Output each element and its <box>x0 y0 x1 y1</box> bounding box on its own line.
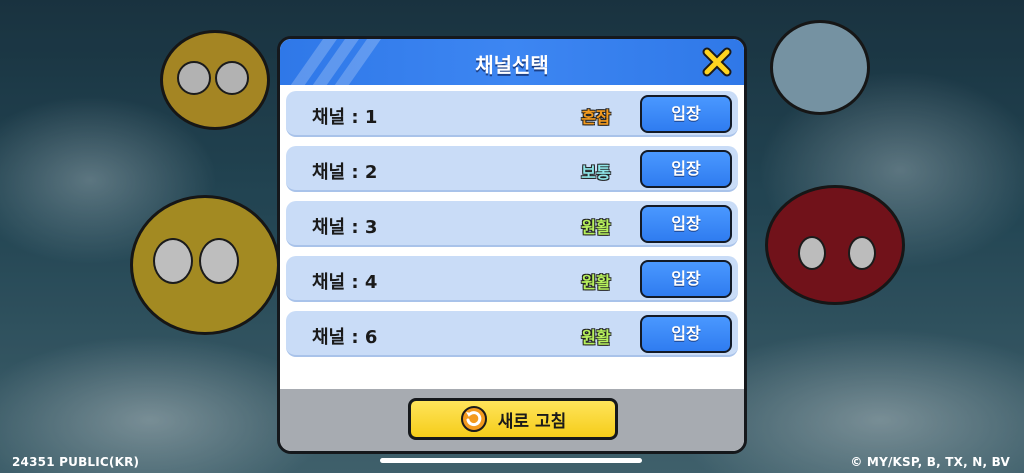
close-x-icon <box>702 47 732 77</box>
home-indicator[interactable] <box>380 458 642 463</box>
dialog-title: 채널선택 <box>475 53 549 77</box>
channel-status: 혼잡 <box>581 108 611 127</box>
refresh-button[interactable]: 새로 고침 <box>408 398 618 440</box>
channel-name: 채널 : 1 <box>312 107 378 128</box>
channel-row-6: 채널 : 6 원활 입장 <box>286 311 738 357</box>
refresh-label: 새로 고침 <box>497 411 567 432</box>
enter-button[interactable]: 입장 <box>640 150 732 188</box>
channel-row-2: 채널 : 2 보통 입장 <box>286 146 738 192</box>
copyright-text: © MY/KSP, B, TX, N, BV <box>850 455 1010 469</box>
channel-status: 원활 <box>581 273 611 292</box>
enter-button[interactable]: 입장 <box>640 205 732 243</box>
channel-name: 채널 : 2 <box>312 162 378 183</box>
enter-button[interactable]: 입장 <box>640 95 732 133</box>
channel-name: 채널 : 4 <box>312 272 378 293</box>
enter-button[interactable]: 입장 <box>640 260 732 298</box>
version-text: 24351 PUBLIC(KR) <box>12 455 140 469</box>
channel-select-dialog: 채널선택 채널 : 1 혼잡 입장 채널 : 2 보통 입장 채널 : 3 원활… <box>277 36 747 454</box>
channel-status: 보통 <box>581 163 611 182</box>
enter-button[interactable]: 입장 <box>640 315 732 353</box>
channel-row-1: 채널 : 1 혼잡 입장 <box>286 91 738 137</box>
refresh-arrow-icon <box>460 406 487 432</box>
channel-row-3: 채널 : 3 원활 입장 <box>286 201 738 247</box>
dialog-footer: 새로 고침 <box>280 389 744 451</box>
channel-row-4: 채널 : 4 원활 입장 <box>286 256 738 302</box>
channel-list: 채널 : 1 혼잡 입장 채널 : 2 보통 입장 채널 : 3 원활 입장 채… <box>286 91 738 366</box>
channel-name: 채널 : 3 <box>312 217 378 238</box>
close-button[interactable] <box>700 45 734 79</box>
channel-status: 원활 <box>581 328 611 347</box>
dialog-header: 채널선택 <box>280 39 744 85</box>
channel-status: 원활 <box>581 218 611 237</box>
channel-name: 채널 : 6 <box>312 327 378 348</box>
